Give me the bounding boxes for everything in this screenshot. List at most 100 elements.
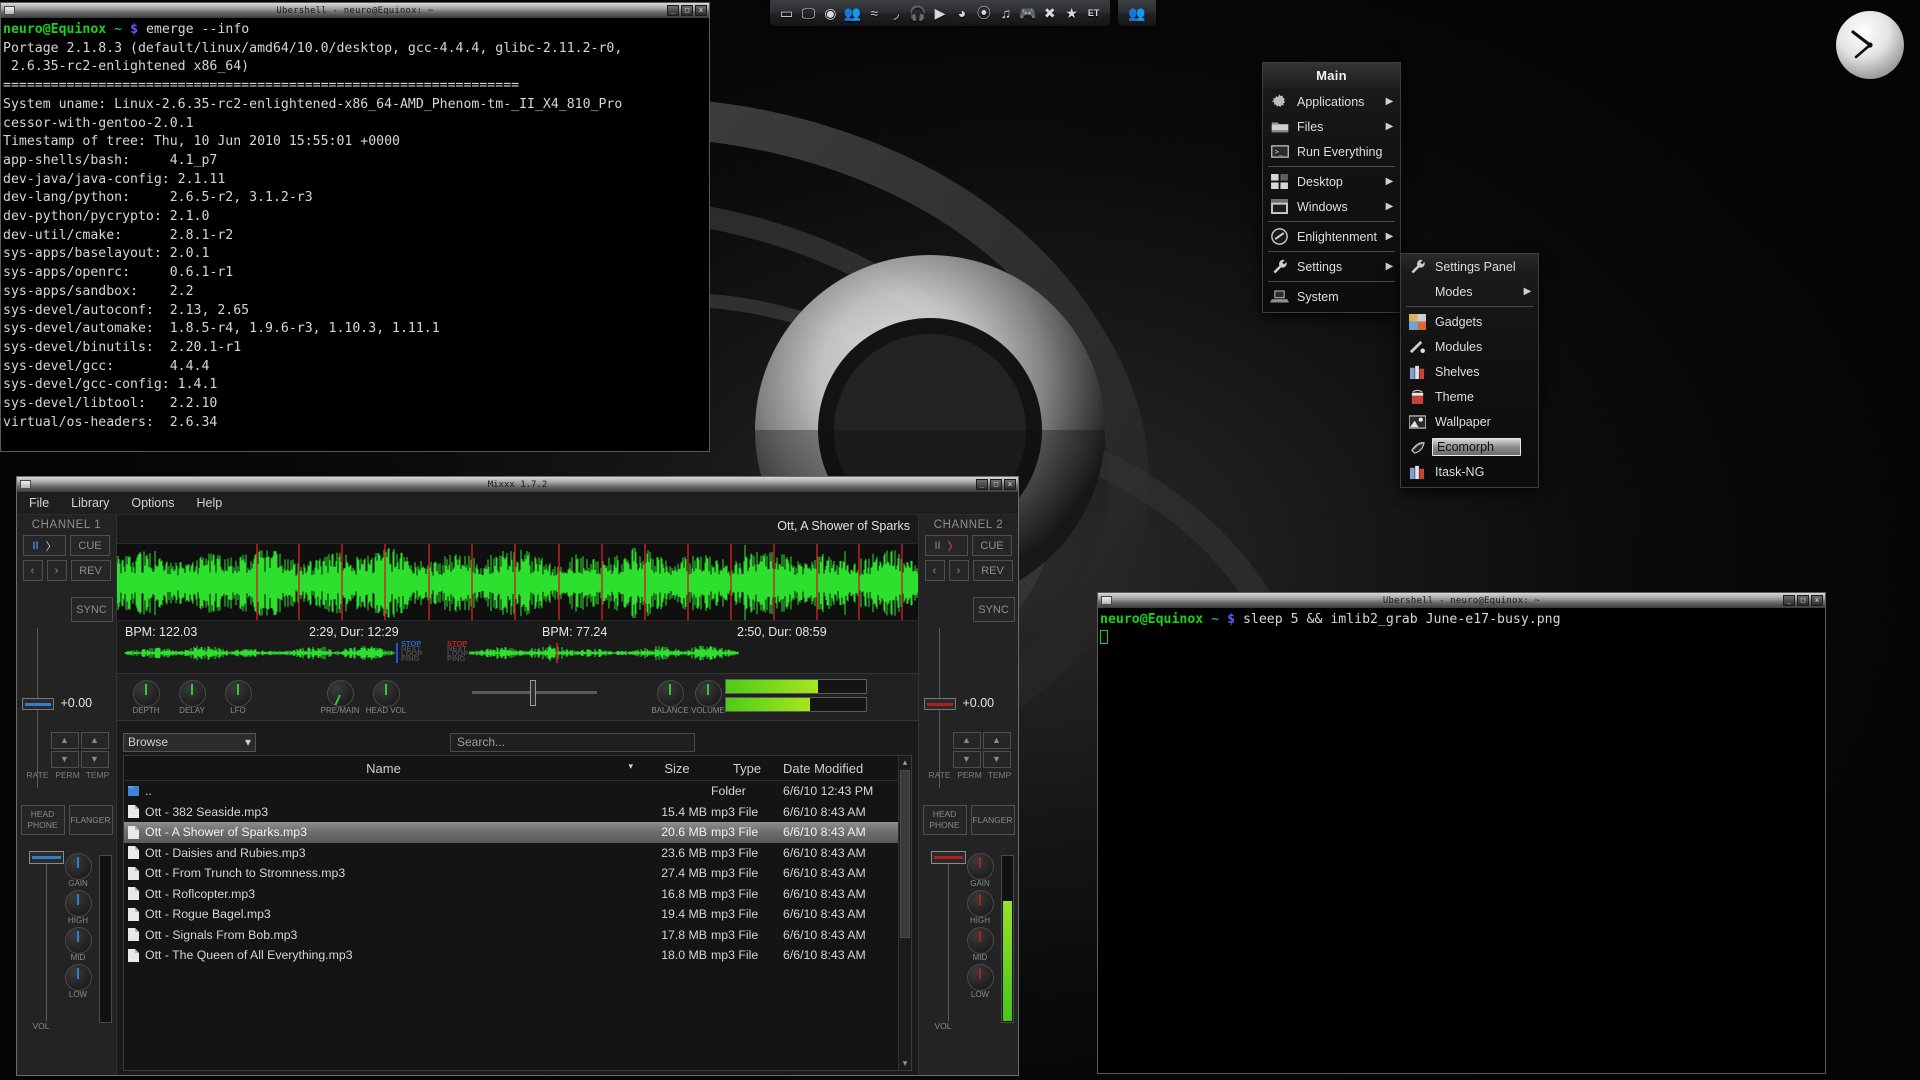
channel-1-transport-row-2[interactable]: ‹ › REV — [23, 560, 111, 581]
browse-select[interactable]: Browse ▾ — [123, 733, 256, 752]
channel-2-transport-row-1[interactable]: II 〉 CUE — [925, 535, 1012, 556]
channel-2-fastforward-button[interactable]: › — [949, 560, 969, 581]
menu-file[interactable]: File — [29, 496, 49, 510]
channel-1-volume-fader[interactable] — [29, 851, 64, 864]
effect-delay[interactable]: DELAY — [169, 680, 215, 715]
channel-1-eq-knobs[interactable]: GAIN HIGH MID LOW — [65, 853, 92, 999]
channel-2-mid-knob[interactable] — [967, 927, 994, 954]
pidgin-icon[interactable]: 👥 — [844, 5, 861, 22]
channel-1-high-knob[interactable] — [65, 890, 92, 917]
menu-item-windows[interactable]: Windows ▶ — [1263, 194, 1400, 219]
channel-2-cue-button[interactable]: CUE — [972, 535, 1012, 556]
browse-row[interactable]: Browse ▾ Search... — [117, 729, 918, 755]
menu-item-system[interactable]: System — [1263, 284, 1400, 309]
channel-2-rate-area[interactable]: +0.00 ▲ ▲ ▼ ▼ RATE PERM TEMP — [923, 624, 1015, 799]
terminal-window-main[interactable]: Ubershell - neuro@Equinox: ~ _ □ x neuro… — [0, 2, 710, 452]
column-header-name[interactable]: Name ▾ — [124, 761, 643, 776]
delay-knob[interactable] — [179, 680, 206, 707]
menu-item-modules[interactable]: Modules — [1401, 334, 1538, 359]
column-header-size[interactable]: Size — [643, 761, 711, 776]
channel-1-perm-down-button[interactable]: ▼ — [51, 751, 79, 768]
channel-2-temp-down-button[interactable]: ▼ — [983, 751, 1011, 768]
channel-2-high-knob[interactable] — [967, 890, 994, 917]
channel-2-overview[interactable] — [469, 643, 739, 663]
menu-item-shelves[interactable]: Shelves — [1401, 359, 1538, 384]
table-row[interactable]: ..Folder6/6/10 12:43 PM — [124, 781, 911, 802]
channel-1-rate-area[interactable]: +0.00 ▲ ▲ ▼ ▼ RATE PERM TEMP — [21, 624, 113, 799]
monitor-icon[interactable]: 🖵 — [800, 5, 817, 22]
effects-panel[interactable]: DEPTH DELAY LFO PRE/MAIN — [117, 673, 918, 721]
terminal-second-titlebar[interactable]: Ubershell - neuro@Equinox: ~ _ □ x — [1098, 593, 1825, 608]
channel-1-rate-slider[interactable] — [22, 698, 54, 710]
channel-2-panel[interactable]: CHANNEL 2 II 〉 CUE ‹ › REV SYNC — [918, 515, 1018, 1075]
gimp-icon[interactable]: ≈ — [866, 5, 883, 22]
users-icon[interactable]: 👥 — [1128, 5, 1145, 22]
taskbar-ibar[interactable]: ▭ 🖵 ◉ 👥 ≈ ◞ 🎧 ▶ ◕ ⦿ ♫ 🎮 ✖ ★ ET — [770, 0, 1110, 26]
gamepad-icon[interactable]: 🎮 — [1019, 5, 1036, 22]
channel-2-rewind-button[interactable]: ‹ — [925, 560, 945, 581]
channel-2-temp-up-button[interactable]: ▲ — [983, 732, 1011, 749]
close-button[interactable]: x — [1004, 479, 1016, 490]
taskbar-systray[interactable]: 👥 — [1118, 0, 1156, 26]
effect-premain[interactable]: PRE/MAIN — [317, 680, 363, 715]
menu-options[interactable]: Options — [131, 496, 174, 510]
play-media-icon[interactable]: ▶ — [932, 5, 949, 22]
etqw-icon[interactable]: ET — [1085, 5, 1102, 22]
maximize-button[interactable]: □ — [681, 5, 693, 16]
channel-1-fastforward-button[interactable]: › — [47, 560, 67, 581]
menu-help[interactable]: Help — [196, 496, 222, 510]
menu-item-applications[interactable]: Applications ▶ — [1263, 89, 1400, 114]
star-icon[interactable]: ★ — [1063, 5, 1080, 22]
settings-submenu[interactable]: Settings Panel Modes ▶ Gadgets Modules — [1400, 253, 1539, 488]
scroll-down-icon[interactable]: ▾ — [899, 1057, 911, 1070]
mixxx-menubar[interactable]: File Library Options Help — [17, 492, 1018, 515]
table-row[interactable]: Ott - 382 Seaside.mp315.4 MBmp3 File6/6/… — [124, 802, 911, 823]
channel-2-perm-down-button[interactable]: ▼ — [953, 751, 981, 768]
table-row[interactable]: Ott - Roflcopter.mp316.8 MBmp3 File6/6/1… — [124, 884, 911, 905]
menu-item-modes[interactable]: Modes ▶ — [1401, 279, 1538, 304]
minimize-button[interactable]: _ — [976, 479, 988, 490]
mixxx-window-buttons[interactable]: _ □ x — [976, 479, 1016, 490]
channel-2-volume-fader[interactable] — [931, 851, 966, 864]
table-row[interactable]: Ott - From Trunch to Stromness.mp327.4 M… — [124, 863, 911, 884]
music-note-icon[interactable]: ♫ — [997, 5, 1014, 22]
channel-1-headphone-button[interactable]: HEAD PHONE — [21, 805, 65, 835]
channel-2-low-knob[interactable] — [967, 964, 994, 991]
menu-item-wallpaper[interactable]: Wallpaper — [1401, 409, 1538, 434]
scroll-up-icon[interactable]: ▴ — [899, 756, 911, 769]
menu-item-gadgets[interactable]: Gadgets — [1401, 309, 1538, 334]
menu-item-settings-panel[interactable]: Settings Panel — [1401, 254, 1538, 279]
channel-2-transport-row-2[interactable]: ‹ › REV — [925, 560, 1013, 581]
mixxx-window[interactable]: Mixxx 1.7.2 _ □ x File Library Options H… — [16, 476, 1019, 1076]
effect-depth[interactable]: DEPTH — [123, 680, 169, 715]
mixxx-deck-area[interactable]: Ott, A Shower of Sparks BPM: 122.03 2:29… — [117, 515, 918, 1075]
menu-item-enlightenment[interactable]: Enlightenment ▶ — [1263, 224, 1400, 249]
channel-1-cue-button[interactable]: CUE — [70, 535, 110, 556]
search-input[interactable]: Search... — [450, 733, 695, 752]
waveform-display[interactable] — [117, 543, 918, 621]
menu-item-desktop[interactable]: Desktop ▶ — [1263, 169, 1400, 194]
channel-1-perm-up-button[interactable]: ▲ — [51, 732, 79, 749]
enlightenment-icon[interactable]: ◞ — [888, 5, 905, 22]
channel-2-headphone-button[interactable]: HEAD PHONE — [923, 805, 967, 835]
terminal-main-window-buttons[interactable]: _ □ x — [667, 5, 707, 16]
depth-knob[interactable] — [133, 680, 160, 707]
channel-1-rewind-button[interactable]: ‹ — [23, 560, 43, 581]
channel-1-mixer-area[interactable]: VOL GAIN HIGH MID LOW — [19, 843, 115, 1038]
channel-1-sync-button[interactable]: SYNC — [71, 597, 113, 622]
channel-2-fx-row[interactable]: HEAD PHONE FLANGER — [923, 805, 1015, 835]
chromium-icon[interactable]: ◉ — [822, 5, 839, 22]
table-row[interactable]: Ott - Daisies and Rubies.mp323.6 MBmp3 F… — [124, 843, 911, 864]
channel-2-pitch-buttons[interactable]: ▲ ▲ ▼ ▼ — [953, 732, 1011, 768]
channel-1-gain-knob[interactable] — [65, 853, 92, 880]
channel-1-playpause-button[interactable]: II 〉 — [23, 535, 66, 556]
disc-icon[interactable]: ⦿ — [975, 5, 992, 22]
lfo-knob[interactable] — [225, 680, 252, 707]
headphones-icon[interactable]: 🎧 — [910, 5, 927, 22]
channel-2-eq-knobs[interactable]: GAIN HIGH MID LOW — [967, 853, 994, 999]
terminal-main-output[interactable]: neuro@Equinox ~ $ emerge --infoPortage 2… — [1, 18, 709, 434]
menu-item-theme[interactable]: Theme — [1401, 384, 1538, 409]
channel-2-perm-up-button[interactable]: ▲ — [953, 732, 981, 749]
channel-2-playpause-button[interactable]: II 〉 — [925, 535, 968, 556]
display-icon[interactable]: ▭ — [778, 5, 795, 22]
